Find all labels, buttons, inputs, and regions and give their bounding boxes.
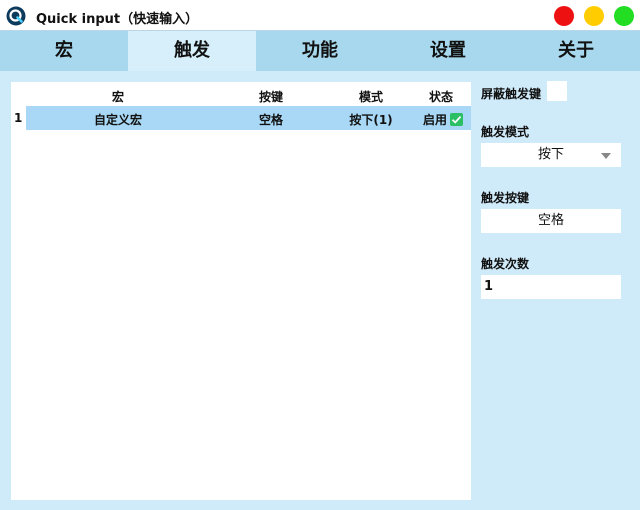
cell-macro: 自定义宏	[93, 113, 142, 127]
cell-status-label: 启用	[422, 113, 447, 127]
trigger-mode-value: 按下	[537, 147, 564, 162]
tab-macro[interactable]: 宏	[0, 31, 128, 71]
trigger-count-field[interactable]: 1	[481, 275, 621, 299]
cell-mode: 按下(1)	[349, 113, 393, 127]
title-bar[interactable]: Quick input（快速输入）	[0, 0, 640, 31]
row-index: 1	[14, 111, 23, 125]
table-row[interactable]: 1 自定义宏 空格 按下(1) 启用	[11, 106, 471, 130]
trigger-key-field[interactable]: 空格	[481, 209, 621, 233]
trigger-count-label: 触发次数	[481, 257, 530, 271]
cell-key: 空格	[258, 113, 283, 127]
column-header-macro[interactable]: 宏	[106, 88, 130, 105]
checkbox-checked-icon[interactable]	[450, 113, 463, 126]
tab-function[interactable]: 功能	[256, 31, 384, 71]
column-header-key[interactable]: 按键	[251, 88, 291, 105]
trigger-table[interactable]: 宏 按键 模式 状态 1 自定义宏 空格 按下(1) 启用	[11, 82, 471, 500]
chevron-down-icon	[601, 153, 611, 159]
column-header-mode[interactable]: 模式	[351, 88, 391, 105]
tab-bar: 宏 触发 功能 设置 关于	[0, 31, 640, 71]
app-logo-icon	[6, 6, 26, 26]
tab-trigger[interactable]: 触发	[128, 31, 256, 71]
trigger-mode-label: 触发模式	[481, 125, 530, 139]
column-header-status[interactable]: 状态	[421, 88, 461, 105]
window-title: Quick input（快速输入）	[36, 12, 199, 27]
cell-status[interactable]: 启用	[417, 111, 469, 128]
close-button[interactable]	[554, 6, 574, 26]
tab-settings[interactable]: 设置	[384, 31, 512, 71]
trigger-mode-dropdown[interactable]: 按下	[481, 143, 621, 167]
block-trigger-key-checkbox[interactable]	[547, 81, 567, 101]
maximize-button[interactable]	[614, 6, 634, 26]
block-trigger-key-label: 屏蔽触发键	[481, 87, 542, 101]
trigger-key-label: 触发按键	[481, 191, 530, 205]
tab-about[interactable]: 关于	[512, 31, 640, 71]
minimize-button[interactable]	[584, 6, 604, 26]
